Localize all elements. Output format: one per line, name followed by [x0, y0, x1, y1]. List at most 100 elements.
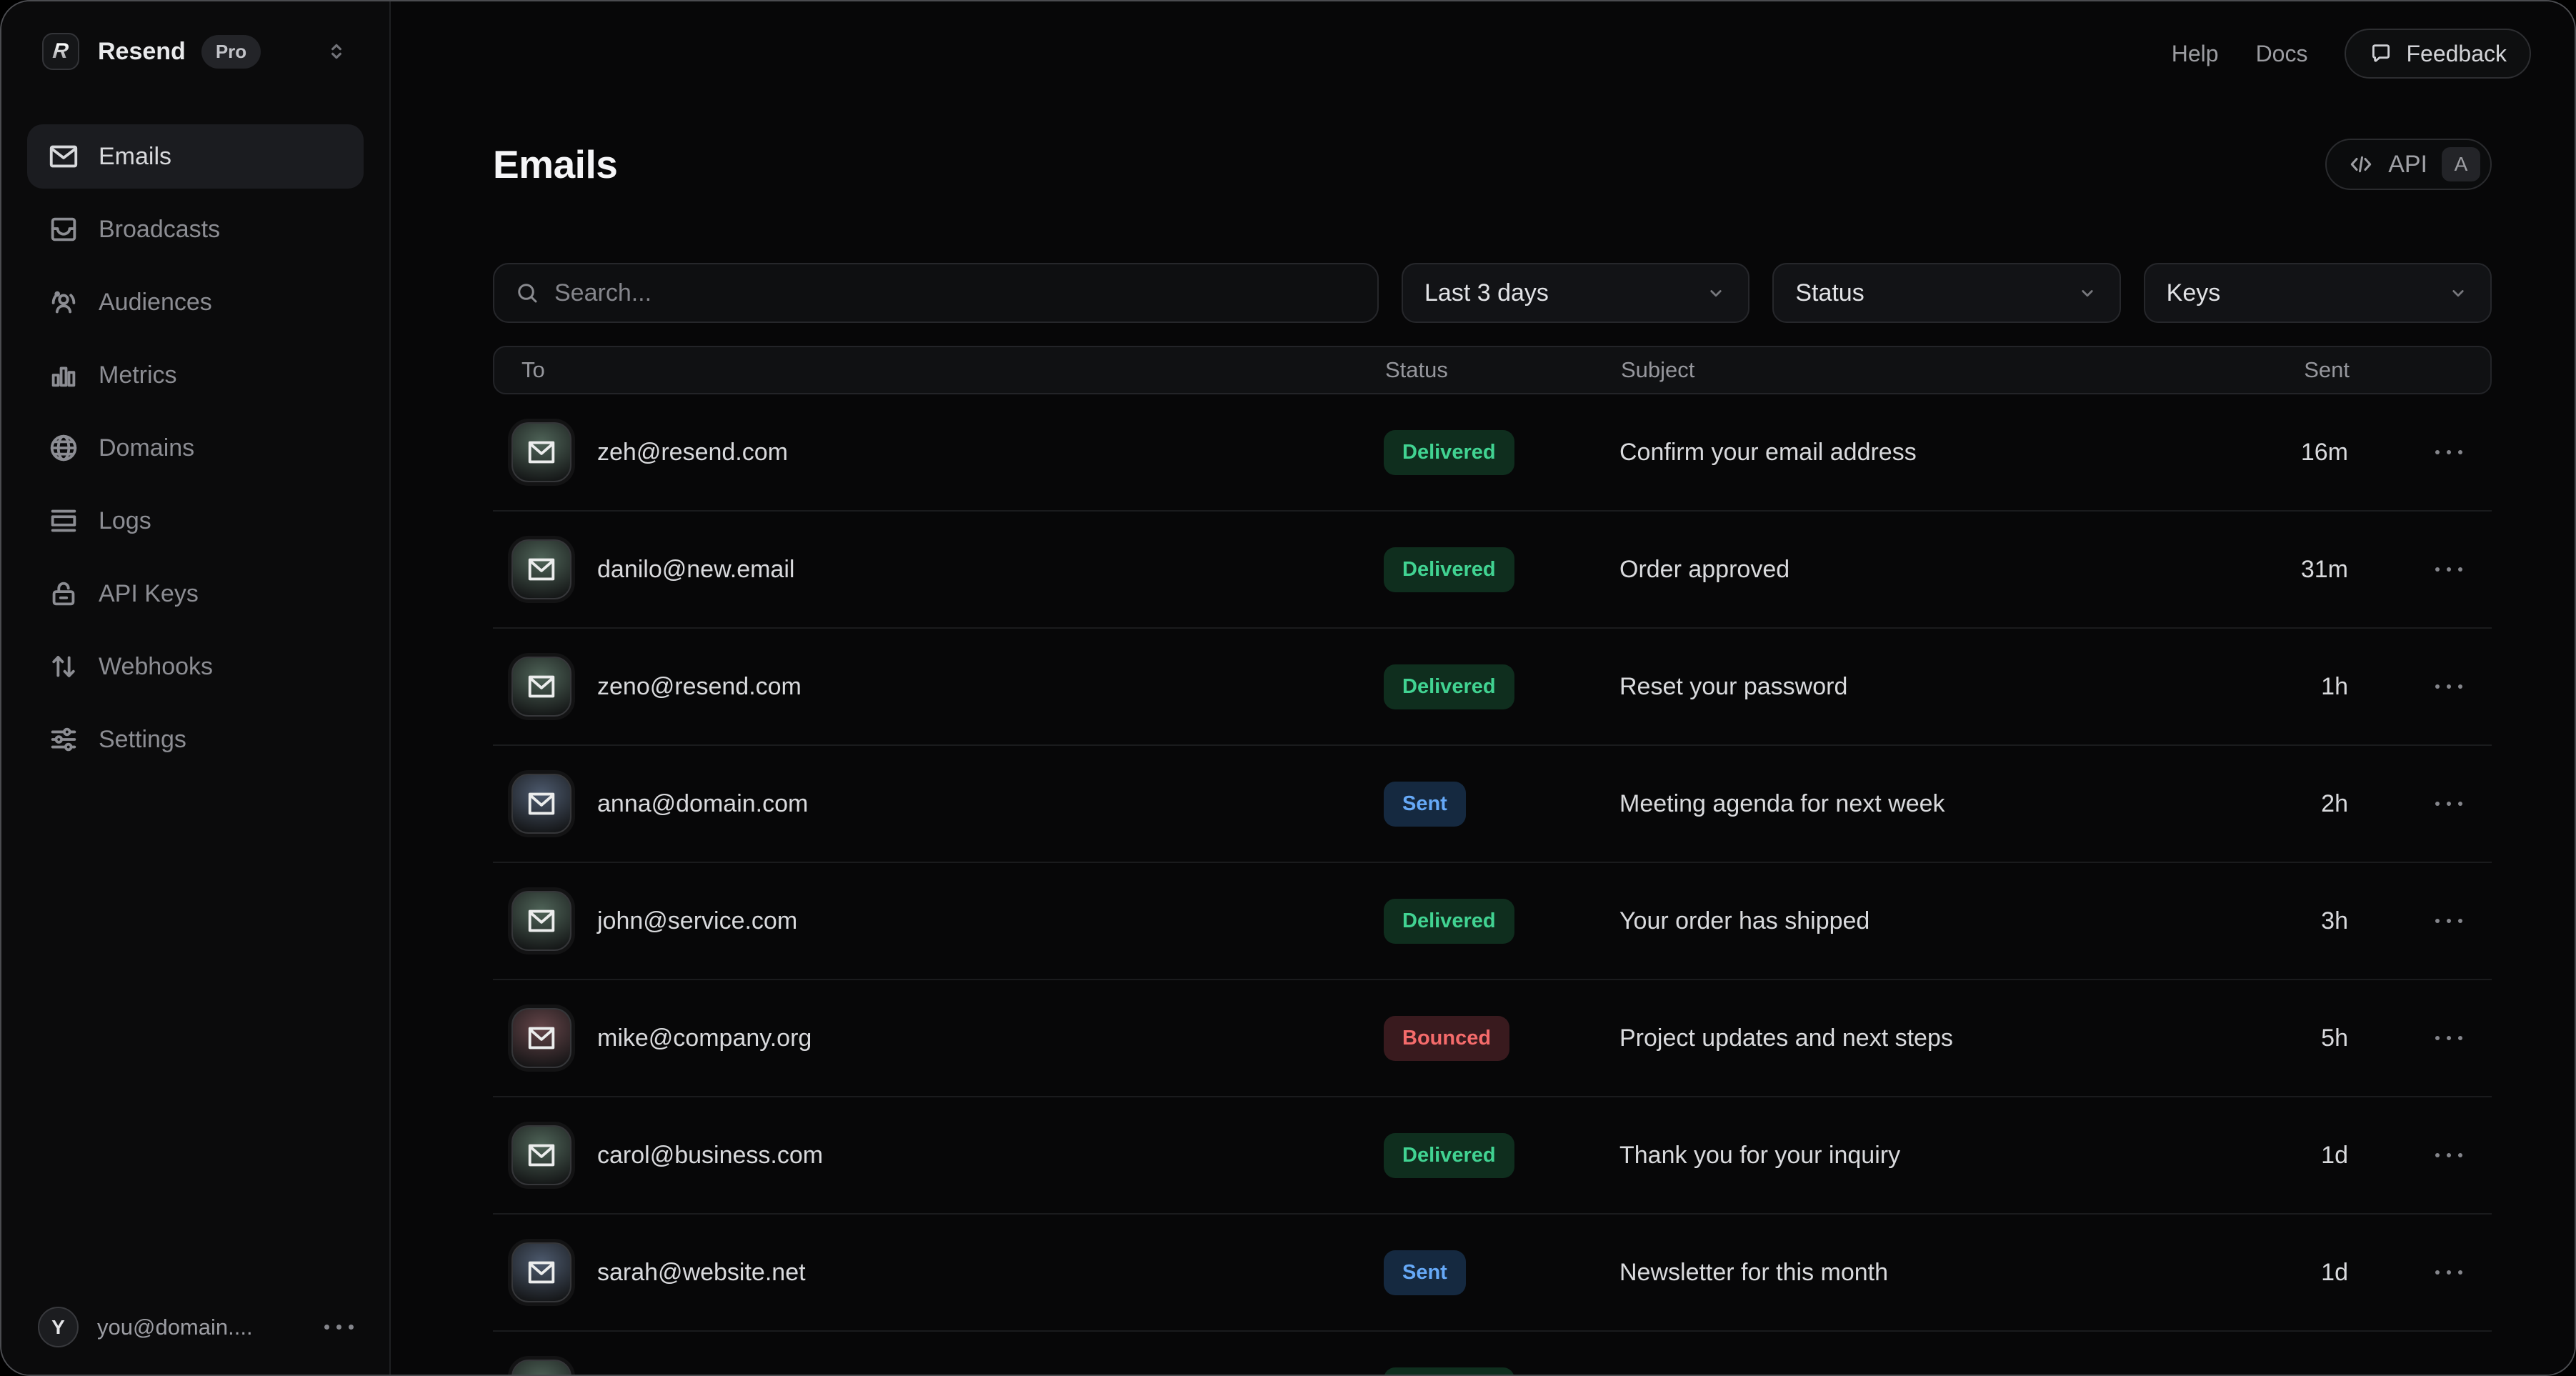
user-account[interactable]: Y you@domain.... — [1, 1307, 389, 1375]
envelope-icon — [525, 1139, 558, 1172]
column-header-subject: Subject — [1621, 357, 2285, 383]
sidebar-item-label: Emails — [99, 143, 171, 171]
sidebar: R Resend Pro Emails Broadcasts Audiences — [1, 1, 391, 1375]
email-subject: Meeting agenda for next week — [1619, 790, 2284, 818]
recipient-email: carol@business.com — [597, 1142, 823, 1170]
email-icon-tile — [511, 1242, 571, 1302]
date-range-filter[interactable]: Last 3 days — [1402, 263, 1749, 323]
table-row[interactable]: mike@company.org Bounced Project updates… — [493, 980, 2492, 1097]
status-badge: Delivered — [1384, 664, 1514, 709]
domains-icon — [47, 432, 80, 464]
email-subject: Order approved — [1619, 556, 2284, 584]
search-input[interactable] — [554, 279, 1357, 307]
table-row[interactable]: zeno@resend.com Delivered Reset your pas… — [493, 629, 2492, 746]
sidebar-item-metrics[interactable]: Metrics — [27, 343, 364, 407]
sidebar-item-broadcasts[interactable]: Broadcasts — [27, 197, 364, 261]
email-icon-tile — [511, 657, 571, 717]
column-header-to: To — [494, 357, 1385, 383]
status-badge: Sent — [1384, 782, 1466, 827]
recipient-email: zeno@resend.com — [597, 673, 802, 701]
status-badge: Delivered — [1384, 430, 1514, 475]
email-icon-tile — [511, 1360, 571, 1376]
feedback-button[interactable]: Feedback — [2345, 29, 2531, 79]
docs-link[interactable]: Docs — [2256, 41, 2308, 67]
status-badge: Delivered — [1384, 1367, 1514, 1376]
sent-time: 2h — [2284, 790, 2384, 818]
status-badge: Bounced — [1384, 1016, 1509, 1061]
sidebar-item-audiences[interactable]: Audiences — [27, 270, 364, 334]
email-icon-tile — [511, 774, 571, 834]
api-shortcut-badge: A — [2442, 147, 2480, 181]
recipient-email: mike@company.org — [597, 1024, 812, 1052]
envelope-icon — [525, 904, 558, 937]
email-icon-tile — [511, 422, 571, 482]
help-link[interactable]: Help — [2172, 41, 2219, 67]
table-row[interactable]: zeh@resend.com Delivered Confirm your em… — [493, 394, 2492, 512]
sent-time: 1d — [2284, 1142, 2384, 1170]
code-icon — [2348, 151, 2374, 177]
column-header-status: Status — [1385, 357, 1621, 383]
row-menu-button[interactable] — [2435, 919, 2462, 923]
row-menu-button[interactable] — [2435, 684, 2462, 689]
row-menu-button[interactable] — [2435, 450, 2462, 454]
status-filter[interactable]: Status — [1772, 263, 2120, 323]
sidebar-item-settings[interactable]: Settings — [27, 707, 364, 772]
sidebar-item-emails[interactable]: Emails — [27, 124, 364, 189]
sent-time: 1d — [2284, 1259, 2384, 1287]
envelope-icon — [525, 1022, 558, 1055]
status-badge: Delivered — [1384, 547, 1514, 592]
email-subject: Newsletter for this month — [1619, 1259, 2284, 1287]
row-menu-button[interactable] — [2435, 1036, 2462, 1040]
emails-icon — [47, 140, 80, 173]
recipient-email: danilo@new.email — [597, 556, 794, 584]
chevron-down-icon — [2077, 282, 2098, 304]
table-row[interactable]: danilo@new.email Delivered Order approve… — [493, 512, 2492, 629]
api-keys-icon — [47, 577, 80, 610]
sent-time: 5h — [2284, 1024, 2384, 1052]
row-menu-button[interactable] — [2435, 1270, 2462, 1275]
envelope-icon — [525, 670, 558, 703]
main-panel: Help Docs Feedback Emails API A — [391, 1, 2575, 1375]
table-row[interactable]: john@service.com Delivered Your order ha… — [493, 863, 2492, 980]
sidebar-item-label: Settings — [99, 726, 186, 754]
sidebar-item-webhooks[interactable]: Webhooks — [27, 634, 364, 699]
feedback-label: Feedback — [2406, 41, 2507, 67]
status-badge: Delivered — [1384, 1133, 1514, 1178]
plan-badge: Pro — [201, 35, 261, 69]
recipient-email: zeh@resend.com — [597, 439, 788, 467]
table-row[interactable]: anna@domain.com Sent Meeting agenda for … — [493, 746, 2492, 863]
keys-filter[interactable]: Keys — [2144, 263, 2492, 323]
resend-logo-icon: R — [42, 33, 79, 70]
sent-time: 31m — [2284, 556, 2384, 584]
emails-table: To Status Subject Sent zeh@resend.com De… — [493, 346, 2492, 1376]
row-menu-button[interactable] — [2435, 567, 2462, 572]
chevron-up-down-icon[interactable] — [325, 40, 348, 63]
status-badge: Sent — [1384, 1250, 1466, 1295]
sidebar-item-logs[interactable]: Logs — [27, 489, 364, 553]
email-subject: Thank you for your inquiry — [1619, 1142, 2284, 1170]
table-header: To Status Subject Sent — [493, 346, 2492, 394]
sidebar-item-domains[interactable]: Domains — [27, 416, 364, 480]
settings-icon — [47, 723, 80, 756]
org-switcher[interactable]: R Resend Pro — [42, 33, 348, 70]
user-menu-button[interactable] — [324, 1325, 354, 1330]
recipient-email: john@service.com — [597, 907, 797, 935]
row-menu-button[interactable] — [2435, 802, 2462, 806]
table-row[interactable]: Delivered — [493, 1332, 2492, 1376]
email-subject: Project updates and next steps — [1619, 1024, 2284, 1052]
broadcasts-icon — [47, 213, 80, 246]
envelope-icon — [525, 553, 558, 586]
sidebar-item-label: API Keys — [99, 580, 199, 608]
row-menu-button[interactable] — [2435, 1153, 2462, 1157]
metrics-icon — [47, 359, 80, 392]
table-row[interactable]: sarah@website.net Sent Newsletter for th… — [493, 1215, 2492, 1332]
envelope-icon — [525, 1373, 558, 1376]
sidebar-item-label: Audiences — [99, 289, 212, 316]
feedback-bubble-icon — [2369, 41, 2393, 66]
sidebar-item-api-keys[interactable]: API Keys — [27, 562, 364, 626]
api-button[interactable]: API A — [2325, 139, 2492, 190]
email-icon-tile — [511, 539, 571, 599]
table-row[interactable]: carol@business.com Delivered Thank you f… — [493, 1097, 2492, 1215]
user-email: you@domain.... — [97, 1315, 253, 1340]
chevron-down-icon — [1705, 282, 1727, 304]
